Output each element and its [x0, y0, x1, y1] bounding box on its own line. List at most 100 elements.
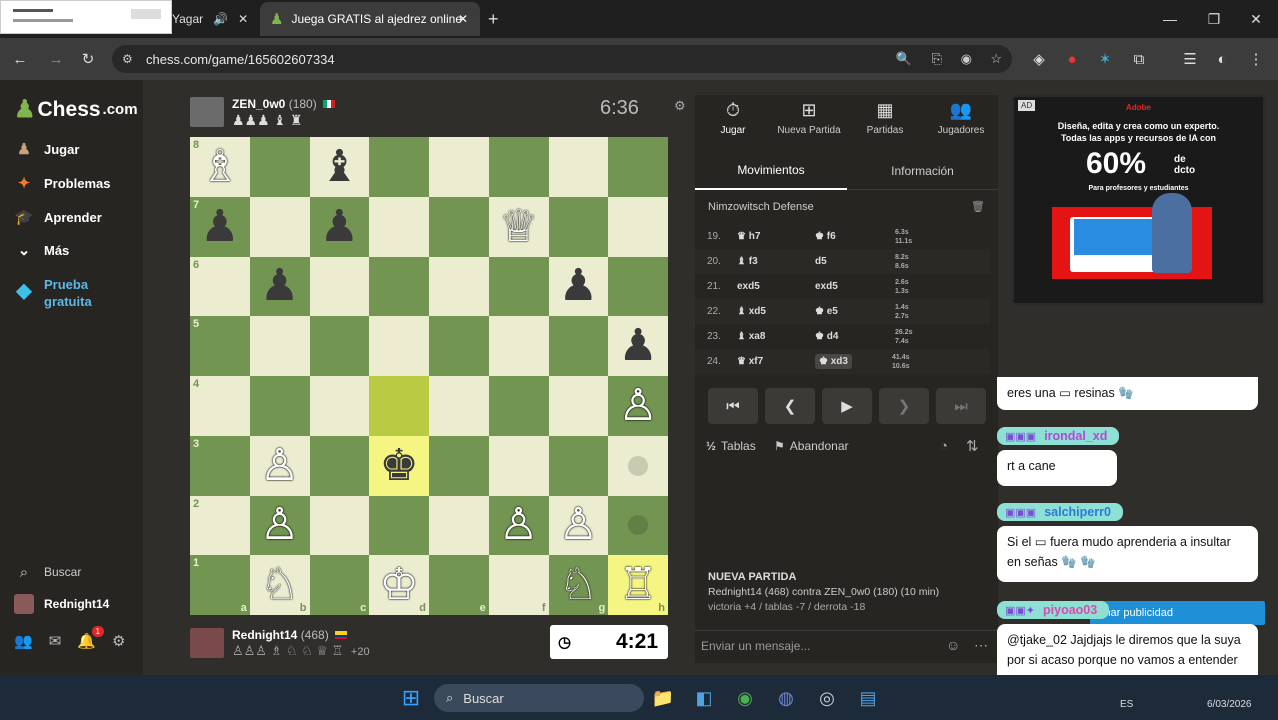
- square-d3[interactable]: ♚: [369, 435, 429, 496]
- app-icon[interactable]: ◧: [689, 683, 719, 713]
- black-bishop-piece[interactable]: ♝: [320, 144, 359, 189]
- emoji-icon[interactable]: ☺: [946, 637, 960, 653]
- square-h1[interactable]: h ♖: [608, 555, 668, 615]
- legal-move-dot[interactable]: [628, 455, 649, 476]
- close-icon[interactable]: ✕: [238, 12, 248, 26]
- more-dots-icon[interactable]: ⋯: [974, 637, 988, 654]
- profile-avatar-icon[interactable]: ◐: [1208, 45, 1236, 73]
- square-a4[interactable]: 4: [190, 376, 250, 436]
- white-queen-piece[interactable]: ♕: [499, 204, 538, 249]
- new-tab-button[interactable]: +: [488, 0, 499, 38]
- sidebar-item-jugar[interactable]: ♟ Jugar: [14, 139, 79, 159]
- notepad-icon[interactable]: ▤: [853, 683, 883, 713]
- sidebar-item-mas[interactable]: ⌄ Más: [14, 240, 70, 260]
- square-d2[interactable]: [369, 495, 429, 556]
- white-move[interactable]: ♝ xa8: [737, 331, 815, 342]
- adblock-icon[interactable]: ●: [1058, 45, 1086, 73]
- close-window-button[interactable]: ✕: [1234, 0, 1278, 38]
- tab-jugadores[interactable]: 👥 Jugadores: [926, 100, 996, 136]
- square-f6[interactable]: [488, 256, 549, 317]
- square-a5[interactable]: 5: [190, 316, 250, 376]
- square-h3[interactable]: [608, 435, 668, 496]
- square-b4[interactable]: [249, 376, 310, 436]
- extension-icon[interactable]: ✶: [1091, 45, 1119, 73]
- square-b3[interactable]: ♙: [249, 435, 310, 496]
- discord-icon[interactable]: ◍: [771, 683, 801, 713]
- square-a2[interactable]: 2: [190, 495, 250, 556]
- mail-icon[interactable]: ✉: [49, 632, 62, 650]
- black-pawn-piece[interactable]: ♟: [260, 264, 299, 308]
- square-b2[interactable]: ♙: [249, 495, 310, 556]
- square-f5[interactable]: [488, 316, 549, 376]
- square-h8[interactable]: [608, 137, 668, 197]
- square-g7[interactable]: [548, 196, 609, 257]
- square-f4[interactable]: [488, 376, 549, 436]
- white-move[interactable]: ♛ h7: [737, 231, 815, 242]
- square-g4[interactable]: [548, 376, 609, 436]
- ad-bar-behind[interactable]: inar publicidad: [1090, 601, 1265, 625]
- black-pawn-piece[interactable]: ♟: [618, 324, 657, 368]
- tab-jugar[interactable]: ⏱ Jugar: [698, 100, 768, 136]
- square-c5[interactable]: [309, 316, 370, 376]
- square-g6[interactable]: ♟: [548, 256, 609, 317]
- white-move[interactable]: ♛ xf7: [737, 356, 815, 367]
- square-d5[interactable]: [369, 316, 429, 376]
- square-c6[interactable]: [309, 256, 370, 317]
- square-e4[interactable]: [429, 376, 489, 436]
- white-pawn-piece[interactable]: ♙: [260, 443, 299, 488]
- white-pawn-piece[interactable]: ♙: [499, 503, 538, 547]
- square-b1[interactable]: b ♘: [249, 555, 310, 615]
- square-d1[interactable]: d ♔: [369, 555, 429, 615]
- square-a8[interactable]: 8 ♗: [190, 137, 250, 197]
- black-move[interactable]: ♚ f6: [815, 231, 895, 242]
- gear-icon[interactable]: ⚙: [674, 98, 686, 114]
- square-b7[interactable]: [249, 196, 310, 257]
- square-g3[interactable]: [548, 435, 609, 496]
- analysis-icon[interactable]: ◔: [940, 438, 948, 453]
- zoom-icon[interactable]: 🔍: [896, 51, 912, 67]
- square-h5[interactable]: ♟: [608, 316, 668, 376]
- puzzle-icon[interactable]: ⧉: [1125, 45, 1153, 73]
- black-king-piece[interactable]: ♚: [379, 443, 418, 488]
- square-f3[interactable]: [488, 435, 549, 496]
- square-a6[interactable]: 6: [190, 256, 250, 317]
- menu-dots-icon[interactable]: ⋮: [1242, 45, 1270, 73]
- white-knight-piece[interactable]: ♘: [260, 563, 299, 607]
- chat-input[interactable]: Enviar un mensaje...: [701, 639, 810, 653]
- square-c4[interactable]: [309, 376, 370, 436]
- maximize-button[interactable]: ❐: [1192, 0, 1236, 38]
- square-e6[interactable]: [429, 256, 489, 317]
- square-c3[interactable]: [309, 435, 370, 496]
- file-explorer-icon[interactable]: 📁: [648, 683, 678, 713]
- square-b8[interactable]: [249, 137, 310, 197]
- square-g2[interactable]: ♙: [548, 495, 609, 556]
- address-bar[interactable]: ⚙ chess.com/game/165602607334 🔍 ⎘ ◉ ☆: [112, 45, 1012, 73]
- legal-move-dot[interactable]: [628, 515, 649, 536]
- square-f1[interactable]: f: [488, 555, 549, 615]
- white-move[interactable]: ♝ xd5: [737, 306, 815, 317]
- chess-board[interactable]: 8 ♗ ♝ 7 ♟ ♟ ♕ 6 ♟ ♟ 5 ♟ 4 ♙ 3 ♙ ♚ 2 ♙ ♙ ♙ 1 a b ♘ c d ♔ e f g ♘ h ♖: [190, 137, 668, 615]
- square-g1[interactable]: g ♘: [548, 555, 609, 615]
- sidebar-item-problemas[interactable]: ✦ Problemas: [14, 173, 111, 193]
- square-c1[interactable]: c: [309, 555, 370, 615]
- resign-button[interactable]: ⚑ Abandonar: [774, 439, 848, 453]
- browser-tab-yagar[interactable]: Yagar 🔊 ✕: [172, 0, 258, 38]
- square-c2[interactable]: [309, 495, 370, 556]
- language-indicator[interactable]: ES: [1120, 699, 1133, 710]
- black-move[interactable]: d5: [815, 256, 895, 267]
- square-h4[interactable]: ♙: [608, 376, 668, 436]
- square-c8[interactable]: ♝: [309, 137, 370, 197]
- square-d8[interactable]: [369, 137, 429, 197]
- browser-tab-chess[interactable]: ♟ Juega GRATIS al ajedrez online ✕: [260, 2, 480, 36]
- play-button[interactable]: ▶: [822, 388, 872, 424]
- square-e7[interactable]: [429, 196, 489, 257]
- obs-icon[interactable]: ◎: [812, 683, 842, 713]
- advertisement[interactable]: AD Adobe Diseña, edita y crea como un ex…: [1012, 95, 1265, 305]
- white-pawn-piece[interactable]: ♙: [618, 383, 657, 428]
- square-b5[interactable]: [249, 316, 310, 376]
- black-move[interactable]: exd5: [815, 281, 895, 292]
- square-g5[interactable]: [548, 316, 609, 376]
- black-pawn-piece[interactable]: ♟: [320, 204, 359, 249]
- bookmark-star-icon[interactable]: ☆: [990, 51, 1002, 67]
- trash-icon[interactable]: 🗑: [971, 200, 985, 213]
